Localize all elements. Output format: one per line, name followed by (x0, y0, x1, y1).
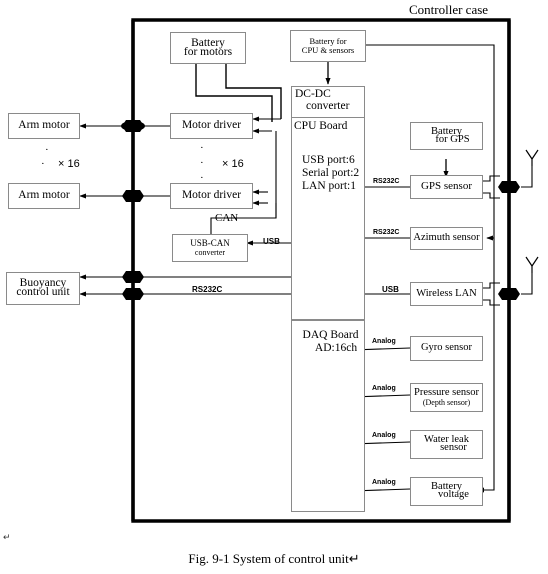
antenna-icon-top-group (525, 149, 539, 166)
cpu-port-lan: LAN port:1 (302, 179, 356, 192)
analog-pressure-label: Analog (372, 385, 396, 392)
battery-cpu-sensors-box[interactable]: Battery for CPU & sensors (290, 30, 366, 62)
analog-gyro-label: Analog (372, 338, 396, 345)
figure-root: Controller case Arm motor · · × 16 Arm m… (0, 0, 548, 574)
cpu-port-serial: Serial port:2 (302, 166, 360, 179)
arm-motor-bottom-label: Arm motor (18, 189, 70, 202)
buoyancy-control-unit-box[interactable]: Buoyancy control unit (6, 272, 80, 305)
wire-gps-to-wall-lower (483, 192, 500, 199)
motor-driver-bottom-box[interactable]: Motor driver (170, 183, 253, 209)
battery-for-motors-box[interactable]: Battery for motors (170, 32, 246, 64)
battery-for-gps-box[interactable]: Battery for GPS (410, 122, 483, 150)
analog-battery-label: Analog (372, 479, 396, 486)
cpu-board-title: CPU Board (294, 120, 348, 132)
wire-batterymotors-bus (225, 64, 282, 119)
arm-motor-count-label: × 16 (58, 158, 80, 170)
azimuth-sensor-label: Azimuth sensor (413, 232, 480, 244)
wire-power-rail-to-batteryvoltage (366, 44, 495, 493)
gyro-sensor-box[interactable]: Gyro sensor (410, 336, 483, 361)
wire-gps-to-wall-upper (483, 175, 500, 182)
gyro-sensor-label: Gyro sensor (420, 342, 473, 354)
wire-wlan-to-wall-lower (483, 299, 500, 306)
motor-driver-ellipsis: · · · (200, 142, 204, 184)
figure-caption: Fig. 9-1 System of control unit↵ (188, 551, 360, 566)
wire-wall-to-antenna-bottom (521, 273, 533, 295)
gps-sensor-label: GPS sensor (420, 180, 473, 193)
daq-board-box[interactable]: DAQ Board AD:16ch (291, 320, 365, 512)
arm-motor-ellipsis: · · (41, 144, 49, 170)
can-bus-label: CAN (215, 212, 239, 224)
wire-wall-to-antenna-top (521, 166, 533, 188)
rs232c-azimuth-label: RS232C (373, 229, 400, 236)
rs232c-buoyancy-label: RS232C (192, 285, 223, 294)
battery-gps-line2: for GPS (435, 133, 470, 145)
antenna-icon-bottom-group (525, 256, 539, 273)
depth-sensor-sublabel: (Depth sensor) (422, 397, 471, 407)
arm-motor-bottom-box[interactable]: Arm motor (8, 183, 80, 209)
motor-driver-top-box[interactable]: Motor driver (170, 113, 253, 139)
water-leak-sensor-box[interactable]: Water leak sensor (410, 430, 483, 459)
battery-cpu-line2: CPU & sensors (301, 45, 355, 55)
azimuth-sensor-box[interactable]: Azimuth sensor (410, 227, 483, 250)
dcdc-line2: converter (306, 99, 350, 112)
wire-wlan-to-wall-upper (483, 282, 500, 289)
daq-line1: DAQ Board (302, 329, 359, 341)
usb-wlan-label: USB (382, 285, 399, 294)
dcdc-line1: DC-DC (295, 88, 331, 100)
usb-can-line2: converter (194, 247, 226, 257)
gps-sensor-box[interactable]: GPS sensor (410, 175, 483, 199)
daq-line2: AD:16ch (314, 342, 358, 355)
pressure-sensor-box[interactable]: Pressure sensor (Depth sensor) (410, 383, 483, 412)
cpu-board-box[interactable]: CPU Board USB port:6 Serial port:2 LAN p… (291, 118, 365, 320)
battery-voltage-line2: voltage (438, 489, 469, 500)
water-leak-line2: sensor (440, 442, 467, 453)
paragraph-mark: ↵ (3, 532, 11, 542)
wireless-lan-label: Wireless LAN (416, 287, 477, 299)
wireless-lan-box[interactable]: Wireless LAN (410, 282, 483, 306)
usb-to-converter-label: USB (263, 237, 280, 246)
motor-driver-top-label: Motor driver (181, 119, 242, 132)
cpu-port-usb: USB port:6 (302, 154, 355, 167)
motor-driver-count-label: × 16 (222, 158, 244, 170)
buoyancy-line2: control unit (16, 286, 70, 298)
rs232c-gps-label: RS232C (373, 178, 400, 185)
arm-motor-top-box[interactable]: Arm motor (8, 113, 80, 139)
arm-motor-top-label: Arm motor (18, 119, 70, 132)
case-title: Controller case (409, 2, 489, 17)
usb-can-converter-box[interactable]: USB-CAN converter (172, 234, 248, 262)
battery-voltage-box[interactable]: Battery voltage (410, 477, 483, 506)
dcdc-converter-box[interactable]: DC-DC converter (291, 86, 365, 118)
analog-waterleak-label: Analog (372, 432, 396, 439)
battery-motors-line2: for motors (183, 45, 233, 58)
motor-driver-bottom-label: Motor driver (181, 189, 242, 202)
